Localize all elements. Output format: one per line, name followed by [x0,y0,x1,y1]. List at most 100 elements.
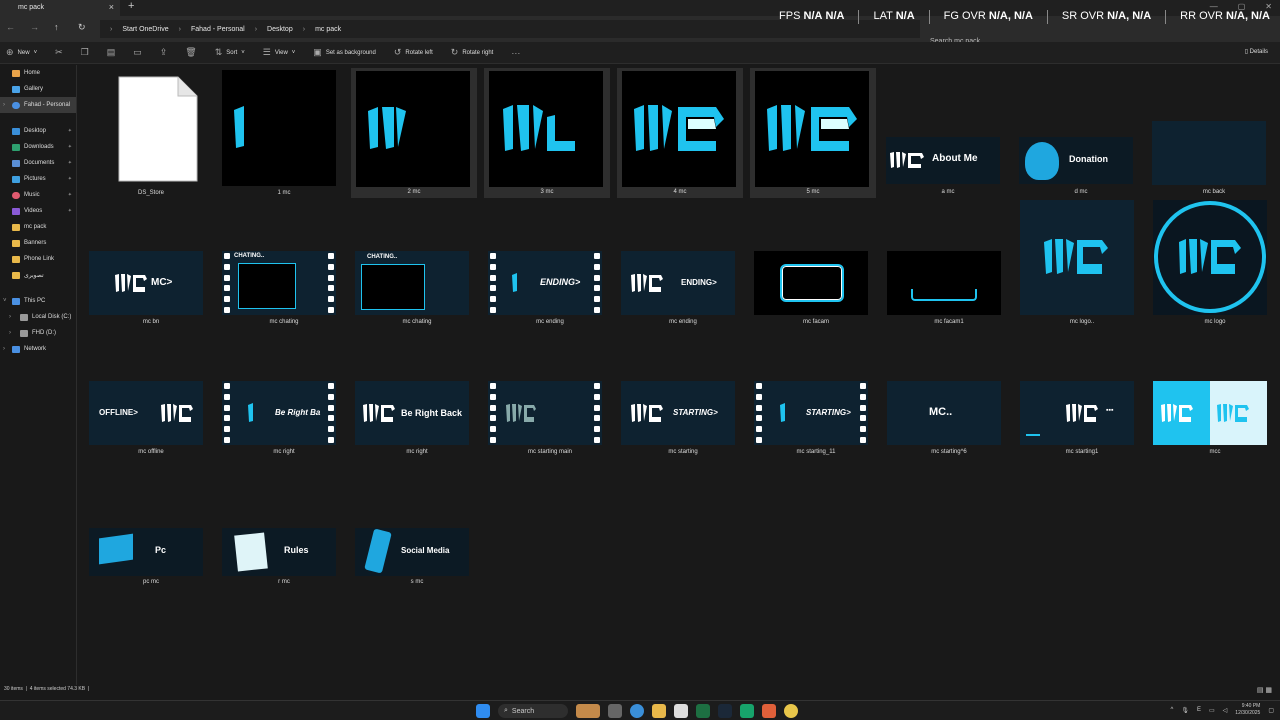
file-item[interactable]: mc facam [753,200,879,330]
file-item[interactable]: 4 mc [617,68,743,200]
file-item[interactable]: MC.. mc starting^6 [886,330,1012,460]
chevron-down-icon[interactable]: ˅ [3,298,7,304]
share-icon[interactable]: ⇪ [160,47,168,58]
tab-mc-pack[interactable]: mc pack × [0,0,120,16]
sidebar-item-fhd[interactable]: › FHD (D:) [0,325,76,341]
sidebar-item-gallery[interactable]: Gallery [0,81,76,97]
start-icon[interactable] [476,704,490,718]
clock[interactable]: 9:40 PM 12/30/2025 [1235,703,1260,717]
file-item[interactable]: ENDING> mc ending [487,200,613,330]
up-icon[interactable]: ↑ [54,22,59,32]
file-item[interactable]: About Me a mc [885,68,1011,200]
chevron-up-icon[interactable]: ^ [1171,707,1174,713]
chevron-right-icon[interactable]: › [3,102,5,108]
new-button[interactable]: ⊕ New ˅ [6,47,37,58]
file-item[interactable]: OFFLINE> mc offline [88,330,214,460]
view-button[interactable]: ☰ View ˅ [263,47,296,58]
volume-icon[interactable]: ◁ [1223,707,1228,714]
file-item[interactable]: mc starting main [487,330,613,460]
store-icon[interactable] [674,704,688,718]
rename-icon[interactable]: ▭ [133,47,142,58]
details-button[interactable]: ▯ Details [1245,48,1268,55]
sidebar-item-phone-link[interactable]: Phone Link [0,251,76,267]
breadcrumb-item[interactable]: mc pack [315,26,341,33]
more-options-icon[interactable]: ··· [511,48,520,58]
sidebar-item-music[interactable]: Music ✦ [0,187,76,203]
file-item[interactable]: Be Right Back mc right [354,330,480,460]
file-item[interactable]: MC> mc bn [88,200,214,330]
app-icon[interactable] [740,704,754,718]
pin-icon[interactable]: ✦ [68,160,72,166]
file-item[interactable]: Be Right Ba mc right [221,330,347,460]
sidebar-item-local-disk[interactable]: › Local Disk (C:) [0,309,76,325]
file-item[interactable]: 1 mc [221,68,347,200]
back-icon[interactable]: ← [6,22,15,32]
file-item[interactable]: STARTING> mc starting_11 [753,330,879,460]
file-item[interactable]: ▪▪▪ mc starting1 [1019,330,1145,460]
sidebar-item-documents[interactable]: Documents ✦ [0,155,76,171]
paste-icon[interactable]: ▤ [107,47,116,58]
file-item[interactable]: mc logo [1152,200,1278,330]
forward-icon[interactable]: → [30,22,39,32]
pin-icon[interactable]: ✦ [68,176,72,182]
file-item[interactable]: Rules r mc [221,460,347,590]
file-item[interactable]: Social Media s mc [354,460,480,590]
file-item[interactable]: 5 mc [750,68,876,200]
steam-icon[interactable] [718,704,732,718]
chevron-right-icon[interactable]: › [9,314,11,320]
sidebar-item-mc-pack[interactable]: mc pack [0,219,76,235]
file-item[interactable]: Pc pc mc [88,460,214,590]
sidebar-item-banners[interactable]: Banners [0,235,76,251]
view-toggle-icons[interactable]: ▤ ▦ [1257,686,1272,694]
pin-icon[interactable]: ✦ [68,128,72,134]
sidebar-item-desktop[interactable]: Desktop ✦ [0,123,76,139]
file-item[interactable]: mc back [1151,68,1277,200]
sidebar-item-network[interactable]: › Network [0,341,76,357]
file-item[interactable]: ENDING> mc ending [620,200,746,330]
file-item[interactable]: Donation d mc [1018,68,1144,200]
taskbar-search[interactable]: ⌕ Search [498,704,568,718]
refresh-icon[interactable]: ↻ [78,22,86,33]
chrome-icon[interactable] [784,704,798,718]
file-item[interactable]: 2 mc [351,68,477,200]
sidebar-item-onedrive[interactable]: › Fahad - Personal [0,97,76,113]
rotate-left-button[interactable]: ↺ Rotate left [394,47,433,58]
pin-icon[interactable]: ✦ [68,192,72,198]
microphone-icon[interactable]: 🎙 [1181,707,1189,714]
set-background-button[interactable]: ▣ Set as background [313,47,376,58]
rotate-right-button[interactable]: ↻ Rotate right [451,47,494,58]
sidebar-item-this-pc[interactable]: ˅ This PC [0,293,76,309]
new-tab-icon[interactable]: + [128,0,134,12]
sidebar-item-pictures[interactable]: Pictures ✦ [0,171,76,187]
sidebar-item-videos[interactable]: Videos ✦ [0,203,76,219]
excel-icon[interactable] [696,704,710,718]
app-icon[interactable] [762,704,776,718]
close-tab-icon[interactable]: × [109,2,114,12]
cut-icon[interactable]: ✂ [55,47,63,58]
file-item[interactable]: mc logo.. [1019,200,1145,330]
sidebar-item-downloads[interactable]: Downloads ✦ [0,139,76,155]
copy-icon[interactable]: ❐ [81,47,89,58]
sidebar-item-folder-arabic[interactable]: تصویری [0,267,76,283]
file-item[interactable]: mc facam1 [886,200,1012,330]
pin-icon[interactable]: ✦ [68,144,72,150]
breadcrumb-item[interactable]: Desktop [267,26,293,33]
breadcrumb-item[interactable]: Start OneDrive [122,26,168,33]
file-item[interactable]: CHATING.. mc chating [221,200,347,330]
sidebar-item-home[interactable]: Home [0,65,76,81]
file-item[interactable]: DS_Store [88,68,214,200]
pin-icon[interactable]: ✦ [68,208,72,214]
notification-icon[interactable]: ▢ [1268,707,1274,714]
language-indicator[interactable]: E [1197,707,1201,713]
file-item[interactable]: CHATING.. mc chating [354,200,480,330]
delete-icon[interactable]: 🗑 [185,47,196,58]
file-item[interactable]: mcc [1152,330,1278,460]
chevron-right-icon[interactable]: › [9,330,11,336]
copilot-icon[interactable] [630,704,644,718]
widget-icon[interactable] [576,704,600,718]
task-view-icon[interactable] [608,704,622,718]
network-icon[interactable]: ▭ [1209,707,1215,714]
file-item[interactable]: 3 mc [484,68,610,200]
file-explorer-icon[interactable] [652,704,666,718]
chevron-right-icon[interactable]: › [3,346,5,352]
